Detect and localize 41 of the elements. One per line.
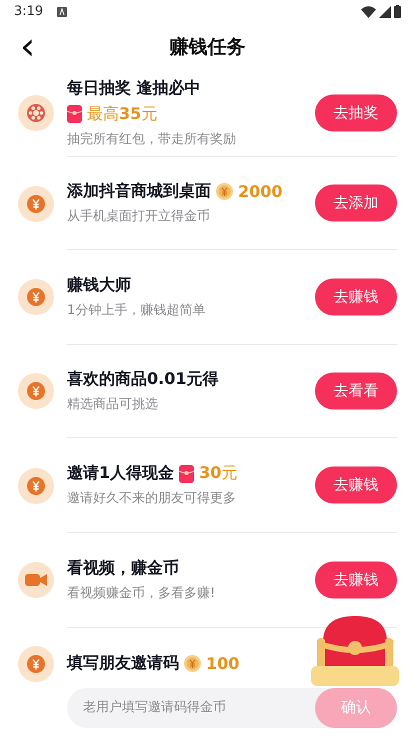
- reward-amount: 100: [206, 654, 240, 674]
- yen-coin-icon: [27, 382, 45, 400]
- yen-coin-icon: [27, 654, 45, 673]
- task-button[interactable]: 去看看: [315, 372, 397, 410]
- envelope-icon: [67, 105, 82, 124]
- coin-icon: [216, 183, 233, 200]
- task-description: 从手机桌面打开立得金币: [67, 208, 211, 226]
- task-title: 填写朋友邀请码: [67, 653, 179, 674]
- yen-coin-icon: [27, 476, 45, 495]
- task-button[interactable]: 去赚钱: [315, 466, 397, 504]
- task-description: 抽完所有红包，带走所有奖励: [67, 130, 237, 148]
- video-camera-icon: [25, 573, 47, 588]
- task-title: 邀请1人得现金: [67, 463, 174, 484]
- reward-amount: 最高35元: [87, 104, 158, 125]
- notification-icon: [57, 6, 68, 17]
- reward-amount: 30元: [199, 463, 238, 484]
- yen-coin-icon: [27, 194, 45, 213]
- task-title: 看视频，赚金币: [67, 558, 179, 579]
- task-title: 赚钱大师: [67, 274, 131, 296]
- task-description: 邀请好久不来的朋友可得更多: [67, 490, 237, 508]
- task-button[interactable]: 去抽奖: [315, 94, 397, 132]
- back-button[interactable]: ‹: [14, 28, 42, 64]
- task-description: 1分钟上手，赚钱超简单: [67, 302, 206, 319]
- page-title: 赚钱任务: [170, 34, 246, 60]
- status-time: 3:19: [14, 4, 44, 20]
- coin-icon: [184, 655, 201, 672]
- reward-amount: 2000: [238, 182, 283, 202]
- yen-coin-icon: [27, 288, 45, 306]
- task-button[interactable]: 去赚钱: [315, 278, 397, 316]
- task-description: 精选商品可挑选: [67, 396, 159, 413]
- envelope-icon: [179, 464, 194, 483]
- task-description: 看视频赚金币，多看多赚!: [67, 584, 216, 602]
- wifi-icon: [361, 6, 376, 18]
- task-button[interactable]: 去添加: [315, 184, 397, 222]
- task-button[interactable]: 去赚钱: [315, 561, 397, 598]
- task-title: 每日抽奖 逢抽必中: [67, 78, 201, 99]
- task-title: 喜欢的商品0.01元得: [67, 368, 218, 390]
- signal-icon: [379, 6, 391, 18]
- task-title: 添加抖音商城到桌面: [67, 181, 211, 202]
- wheel-icon: [26, 103, 46, 124]
- battery-icon: [394, 5, 401, 18]
